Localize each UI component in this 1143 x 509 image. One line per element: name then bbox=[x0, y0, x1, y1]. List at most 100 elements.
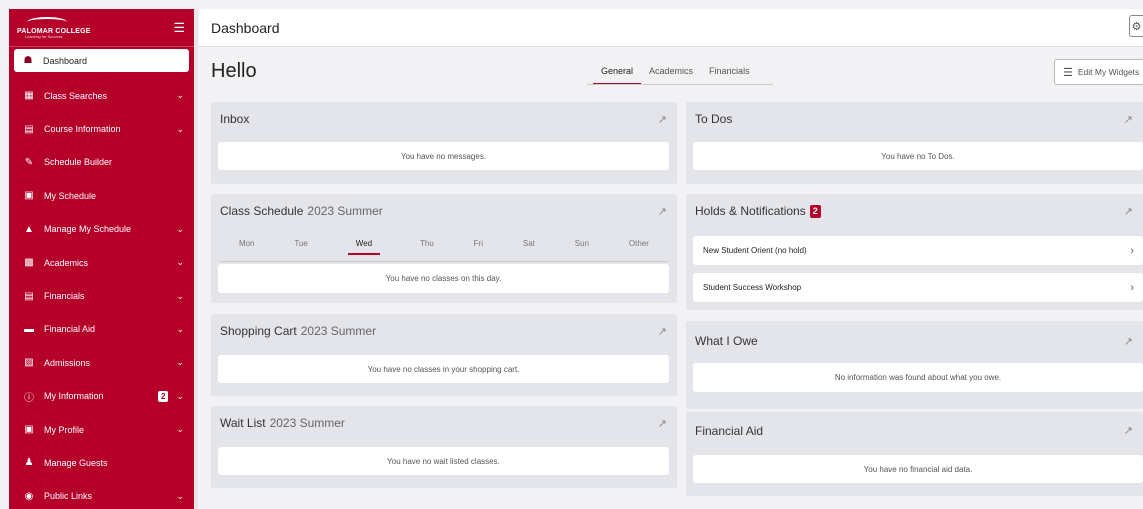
academics-icon: ▩ bbox=[24, 257, 34, 269]
sidebar-item-financial-aid[interactable]: ▬ Financial Aid ⌄ bbox=[9, 313, 194, 346]
top-strip bbox=[0, 0, 1143, 9]
external-link-icon[interactable]: ↗ bbox=[1124, 205, 1133, 218]
edit-widgets-label: Edit My Widgets bbox=[1077, 67, 1140, 77]
greeting: Hello bbox=[211, 60, 257, 82]
holds-count-badge: 2 bbox=[809, 204, 821, 218]
card-term: 2023 Summer bbox=[307, 204, 383, 218]
home-icon: ☗ bbox=[23, 55, 33, 66]
card-title: Holds & Notifications bbox=[695, 204, 806, 218]
card-header: Holds & Notifications 2 bbox=[686, 194, 1143, 228]
chevron-right-icon: › bbox=[1130, 244, 1134, 257]
shopping-cart-card: Shopping Cart 2023 Summer ↗ You have no … bbox=[211, 314, 677, 396]
external-link-icon[interactable]: ↗ bbox=[1124, 424, 1133, 437]
sidebar-item-course-information[interactable]: ▤ Course Information ⌄ bbox=[9, 112, 194, 145]
dashboard-tabs: General Academics Financials bbox=[593, 64, 758, 85]
sidebar-item-admissions[interactable]: ▨ Admissions ⌄ bbox=[9, 346, 194, 379]
edit-icon: ✎ bbox=[24, 156, 34, 168]
external-link-icon[interactable]: ↗ bbox=[658, 417, 667, 430]
tab-academics[interactable]: Academics bbox=[641, 64, 701, 85]
tab-financials[interactable]: Financials bbox=[701, 64, 758, 85]
sidebar-item-label: Admissions bbox=[44, 357, 91, 368]
what-i-owe-empty-message: No information was found about what you … bbox=[693, 363, 1143, 392]
sidebar-item-label: Course Information bbox=[44, 124, 121, 135]
sidebar-item-label: My Information bbox=[44, 391, 104, 402]
hold-item-label: New Student Orient (no hold) bbox=[703, 246, 807, 255]
card-header: To Dos bbox=[686, 102, 1143, 136]
tab-day-sun[interactable]: Sun bbox=[575, 239, 589, 255]
chevron-down-icon: ⌄ bbox=[176, 424, 184, 435]
inbox-empty-message: You have no messages. bbox=[218, 142, 669, 170]
card-term: 2023 Summer bbox=[300, 324, 377, 338]
external-link-icon[interactable]: ↗ bbox=[1124, 113, 1133, 126]
day-tabs-divider bbox=[219, 261, 669, 262]
folder-icon: ▬ bbox=[24, 323, 34, 335]
card-title: Financial Aid bbox=[695, 424, 764, 438]
sidebar-item-label: Manage Guests bbox=[44, 457, 108, 468]
external-link-icon[interactable]: ↗ bbox=[658, 205, 667, 218]
college-logo[interactable]: PALOMAR COLLEGE Learning for Success bbox=[17, 16, 91, 39]
class-schedule-card: Class Schedule 2023 Summer ↗ Mon Tue Wed… bbox=[211, 194, 677, 303]
tab-general[interactable]: General bbox=[593, 64, 642, 85]
tab-day-other[interactable]: Other bbox=[629, 239, 649, 255]
inbox-card: Inbox ↗ You have no messages. bbox=[211, 102, 677, 184]
external-link-icon[interactable]: ↗ bbox=[1124, 335, 1133, 348]
sidebar-item-manage-guests[interactable]: ♟ Manage Guests bbox=[9, 446, 194, 479]
sidebar-item-financials[interactable]: ▤ Financials ⌄ bbox=[9, 279, 194, 312]
tab-day-sat[interactable]: Sat bbox=[523, 239, 535, 255]
sidebar-item-schedule-builder[interactable]: ✎ Schedule Builder bbox=[9, 146, 194, 179]
page-header: Dashboard ⚙ bbox=[199, 9, 1143, 47]
logo-arc bbox=[27, 16, 67, 27]
sidebar-item-label: Class Searches bbox=[44, 90, 108, 101]
external-link-icon[interactable]: ↗ bbox=[658, 325, 667, 338]
todos-card: To Dos ↗ You have no To Dos. bbox=[686, 102, 1143, 184]
tab-day-thu[interactable]: Thu bbox=[420, 239, 434, 255]
sidebar-item-my-schedule[interactable]: ▣ My Schedule bbox=[9, 179, 194, 212]
sidebar-item-dashboard[interactable]: ☗ Dashboard bbox=[14, 49, 189, 72]
gear-icon[interactable]: ⚙ bbox=[1129, 15, 1143, 37]
card-header: What I Owe bbox=[686, 321, 1143, 361]
financial-aid-card: Financial Aid ↗ You have no financial ai… bbox=[686, 412, 1143, 496]
sidebar-item-label: Financial Aid bbox=[44, 324, 96, 335]
tab-day-tue[interactable]: Tue bbox=[294, 239, 308, 255]
card-header: Shopping Cart 2023 Summer bbox=[211, 314, 677, 348]
sidebar-item-label: Financials bbox=[44, 291, 85, 302]
hamburger-menu-icon[interactable]: ☰ bbox=[173, 21, 185, 34]
sidebar-item-academics[interactable]: ▩ Academics ⌄ bbox=[9, 246, 194, 279]
card-title: To Dos bbox=[695, 112, 733, 126]
chevron-down-icon: ⌄ bbox=[176, 257, 184, 268]
sidebar-item-label: My Schedule bbox=[44, 190, 97, 201]
id-card-icon: ▨ bbox=[24, 357, 34, 369]
card-title: Inbox bbox=[220, 112, 250, 126]
chevron-down-icon: ⌄ bbox=[176, 390, 184, 401]
hold-item[interactable]: New Student Orient (no hold) › bbox=[693, 236, 1143, 265]
chevron-down-icon: ⌄ bbox=[176, 90, 184, 101]
card-title: Shopping Cart bbox=[220, 324, 297, 338]
tab-day-mon[interactable]: Mon bbox=[239, 239, 255, 255]
sidebar-item-my-information[interactable]: ⓘ My Information 2 ⌄ bbox=[9, 380, 194, 413]
sidebar-header: PALOMAR COLLEGE Learning for Success ☰ bbox=[9, 9, 194, 47]
sidebar-item-label: Schedule Builder bbox=[44, 157, 113, 168]
chevron-down-icon: ⌄ bbox=[176, 123, 184, 134]
schedule-empty-message: You have no classes on this day. bbox=[218, 264, 669, 293]
sidebar-item-class-searches[interactable]: ▦ Class Searches ⌄ bbox=[9, 79, 194, 112]
tab-day-fri[interactable]: Fri bbox=[474, 239, 483, 255]
sidebar-item-public-links[interactable]: ◉ Public Links ⌄ bbox=[9, 480, 194, 509]
sidebar-item-label: Public Links bbox=[44, 491, 93, 502]
card-title: Wait List bbox=[220, 416, 266, 430]
financial-aid-empty-message: You have no financial aid data. bbox=[693, 455, 1143, 483]
sidebar-item-manage-my-schedule[interactable]: ▲ Manage My Schedule ⌄ bbox=[9, 213, 194, 246]
chevron-right-icon: › bbox=[1130, 281, 1134, 294]
chevron-down-icon: ⌄ bbox=[176, 490, 184, 501]
logo-tagline: Learning for Success bbox=[25, 33, 63, 39]
sidebar-item-my-profile[interactable]: ▣ My Profile ⌄ bbox=[9, 413, 194, 446]
sliders-icon: ☰ bbox=[1063, 66, 1073, 79]
edit-widgets-button[interactable]: ☰ Edit My Widgets bbox=[1054, 59, 1143, 85]
sidebar-scrollbar[interactable] bbox=[194, 9, 198, 509]
sidebar: PALOMAR COLLEGE Learning for Success ☰ ☗… bbox=[9, 9, 194, 509]
table-icon: ▦ bbox=[24, 90, 34, 102]
external-link-icon[interactable]: ↗ bbox=[658, 113, 667, 126]
hold-item[interactable]: Student Success Workshop › bbox=[693, 273, 1143, 302]
sidebar-item-label: Academics bbox=[44, 257, 89, 268]
day-tabs: Mon Tue Wed Thu Fri Sat Sun Other bbox=[219, 239, 669, 255]
tab-day-wed[interactable]: Wed bbox=[347, 239, 381, 255]
